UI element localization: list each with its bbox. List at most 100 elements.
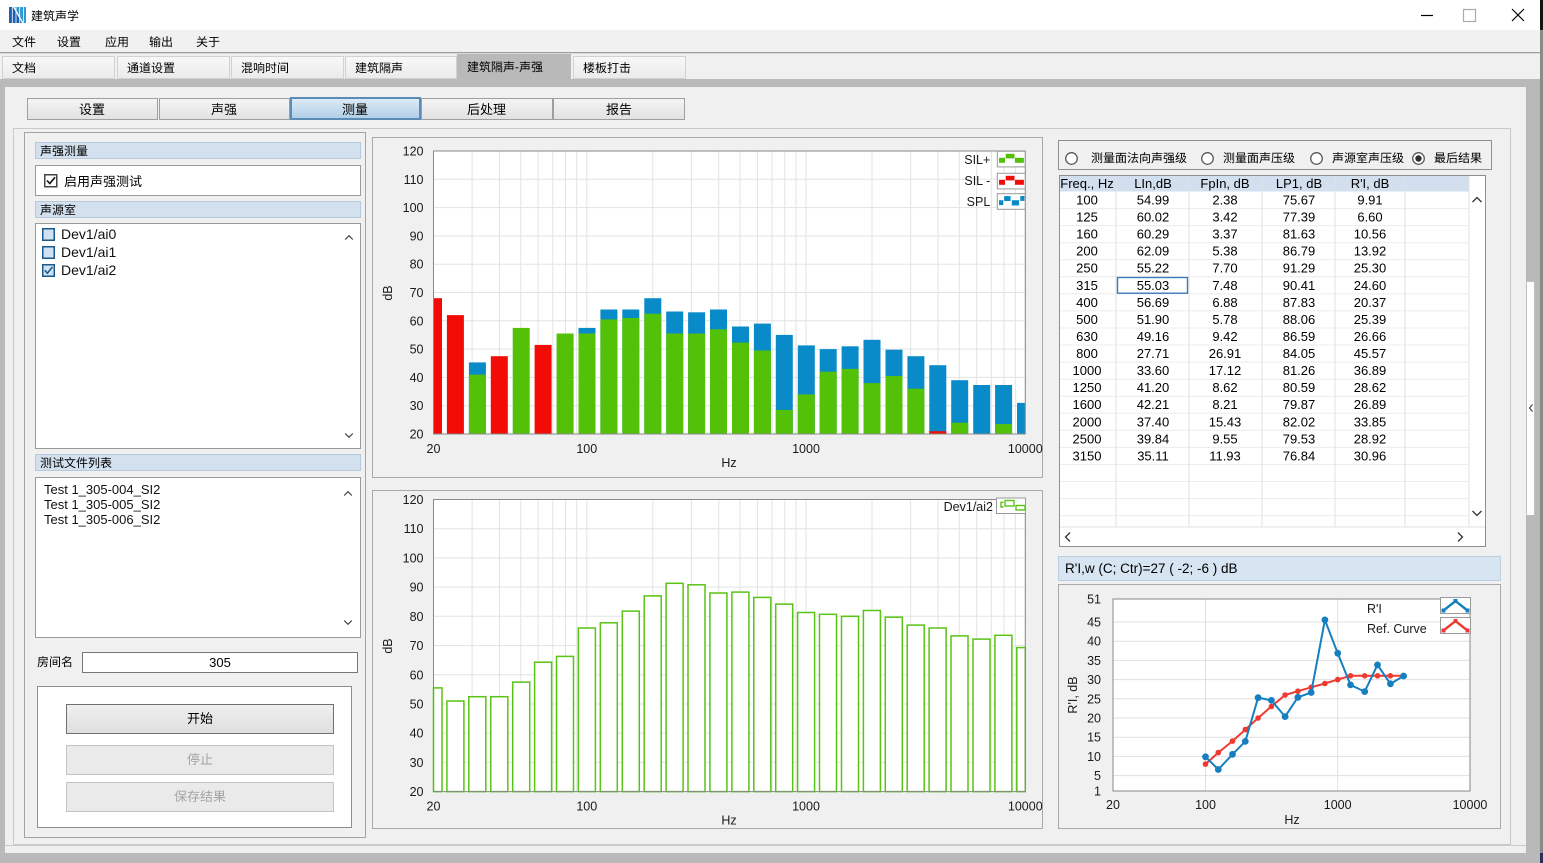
svg-text:LP1, dB: LP1, dB bbox=[1276, 176, 1322, 191]
svg-text:60: 60 bbox=[410, 668, 424, 682]
svg-text:500: 500 bbox=[1076, 312, 1098, 327]
svg-text:7.48: 7.48 bbox=[1212, 278, 1237, 293]
svg-text:17.12: 17.12 bbox=[1209, 363, 1242, 378]
svg-text:62.09: 62.09 bbox=[1137, 244, 1170, 259]
svg-text:25.39: 25.39 bbox=[1354, 312, 1387, 327]
svg-text:55.22: 55.22 bbox=[1137, 261, 1170, 276]
svg-text:315: 315 bbox=[1076, 278, 1098, 293]
svg-text:50: 50 bbox=[410, 698, 424, 712]
svg-text:25: 25 bbox=[1087, 692, 1101, 706]
svg-text:28.92: 28.92 bbox=[1354, 431, 1387, 446]
svg-text:75.67: 75.67 bbox=[1283, 193, 1316, 208]
svg-text:160: 160 bbox=[1076, 227, 1098, 242]
svg-text:51.90: 51.90 bbox=[1137, 312, 1170, 327]
svg-text:1000: 1000 bbox=[792, 800, 820, 814]
svg-text:100: 100 bbox=[403, 551, 424, 565]
svg-text:10000: 10000 bbox=[1008, 800, 1043, 814]
svg-text:11.93: 11.93 bbox=[1209, 448, 1241, 463]
svg-text:33.60: 33.60 bbox=[1137, 363, 1170, 378]
svg-text:77.39: 77.39 bbox=[1283, 210, 1316, 225]
svg-text:120: 120 bbox=[403, 493, 424, 507]
svg-text:60: 60 bbox=[410, 314, 424, 328]
svg-text:SPL: SPL bbox=[967, 195, 991, 209]
svg-text:91.29: 91.29 bbox=[1283, 261, 1316, 276]
svg-text:42.21: 42.21 bbox=[1137, 397, 1170, 412]
svg-text:8.21: 8.21 bbox=[1212, 397, 1237, 412]
svg-text:36.89: 36.89 bbox=[1354, 363, 1387, 378]
svg-text:1600: 1600 bbox=[1073, 397, 1102, 412]
svg-text:2.38: 2.38 bbox=[1212, 193, 1237, 208]
svg-text:110: 110 bbox=[404, 522, 424, 536]
svg-text:dB: dB bbox=[381, 285, 395, 300]
svg-text:40: 40 bbox=[410, 371, 424, 385]
svg-text:630: 630 bbox=[1076, 329, 1098, 344]
svg-text:Hz: Hz bbox=[1284, 813, 1299, 827]
svg-text:39.84: 39.84 bbox=[1137, 431, 1170, 446]
svg-text:125: 125 bbox=[1076, 210, 1098, 225]
svg-text:20: 20 bbox=[427, 800, 441, 814]
svg-text:24.60: 24.60 bbox=[1354, 278, 1387, 293]
svg-text:20.37: 20.37 bbox=[1354, 295, 1387, 310]
svg-text:80: 80 bbox=[410, 610, 424, 624]
svg-text:60.29: 60.29 bbox=[1137, 227, 1170, 242]
svg-text:10000: 10000 bbox=[1453, 798, 1488, 812]
svg-text:90.41: 90.41 bbox=[1283, 278, 1316, 293]
svg-text:30: 30 bbox=[410, 756, 424, 770]
svg-text:15.43: 15.43 bbox=[1209, 414, 1242, 429]
svg-text:90: 90 bbox=[410, 581, 424, 595]
svg-text:Dev1/ai2: Dev1/ai2 bbox=[944, 500, 993, 514]
svg-text:LIn,dB: LIn,dB bbox=[1134, 176, 1172, 191]
svg-text:26.91: 26.91 bbox=[1209, 346, 1242, 361]
svg-text:79.87: 79.87 bbox=[1283, 397, 1316, 412]
svg-text:6.88: 6.88 bbox=[1212, 295, 1237, 310]
svg-text:1000: 1000 bbox=[1324, 798, 1352, 812]
svg-text:120: 120 bbox=[403, 145, 424, 159]
svg-text:400: 400 bbox=[1076, 295, 1098, 310]
svg-text:35.11: 35.11 bbox=[1137, 448, 1169, 463]
svg-text:70: 70 bbox=[410, 286, 424, 300]
svg-text:3.42: 3.42 bbox=[1212, 210, 1237, 225]
svg-text:100: 100 bbox=[576, 442, 597, 456]
svg-text:80.59: 80.59 bbox=[1283, 380, 1316, 395]
svg-text:R'I, dB: R'I, dB bbox=[1351, 176, 1390, 191]
svg-text:20: 20 bbox=[1106, 798, 1120, 812]
svg-text:10.56: 10.56 bbox=[1354, 227, 1387, 242]
svg-text:8.62: 8.62 bbox=[1212, 380, 1237, 395]
svg-text:13.92: 13.92 bbox=[1354, 244, 1387, 259]
svg-text:20: 20 bbox=[410, 428, 424, 442]
svg-text:SIL+: SIL+ bbox=[964, 153, 990, 167]
svg-text:20: 20 bbox=[410, 785, 424, 799]
svg-text:80: 80 bbox=[410, 258, 424, 272]
svg-text:82.02: 82.02 bbox=[1283, 414, 1316, 429]
svg-text:51: 51 bbox=[1087, 593, 1101, 607]
svg-text:76.84: 76.84 bbox=[1283, 448, 1316, 463]
svg-text:86.79: 86.79 bbox=[1283, 244, 1316, 259]
svg-text:25.30: 25.30 bbox=[1354, 261, 1387, 276]
svg-text:45: 45 bbox=[1087, 616, 1101, 630]
svg-text:FpIn, dB: FpIn, dB bbox=[1200, 176, 1249, 191]
svg-text:110: 110 bbox=[404, 173, 424, 187]
svg-text:55.03: 55.03 bbox=[1137, 278, 1170, 293]
svg-text:2500: 2500 bbox=[1073, 431, 1102, 446]
svg-text:Freq., Hz: Freq., Hz bbox=[1060, 176, 1113, 191]
svg-text:33.85: 33.85 bbox=[1354, 414, 1387, 429]
svg-text:250: 250 bbox=[1076, 261, 1098, 276]
svg-text:86.59: 86.59 bbox=[1283, 329, 1316, 344]
svg-text:81.26: 81.26 bbox=[1283, 363, 1316, 378]
svg-text:40: 40 bbox=[410, 727, 424, 741]
svg-text:200: 200 bbox=[1076, 244, 1098, 259]
svg-text:100: 100 bbox=[1195, 798, 1216, 812]
svg-text:3150: 3150 bbox=[1073, 448, 1102, 463]
svg-text:SIL -: SIL - bbox=[964, 174, 990, 188]
svg-text:Hz: Hz bbox=[721, 814, 736, 828]
svg-text:100: 100 bbox=[403, 201, 424, 215]
svg-text:26.89: 26.89 bbox=[1354, 397, 1387, 412]
svg-text:56.69: 56.69 bbox=[1137, 295, 1170, 310]
svg-text:88.06: 88.06 bbox=[1283, 312, 1316, 327]
svg-text:81.63: 81.63 bbox=[1283, 227, 1316, 242]
svg-text:100: 100 bbox=[576, 800, 597, 814]
svg-text:1000: 1000 bbox=[792, 442, 820, 456]
svg-text:R'I, dB: R'I, dB bbox=[1066, 676, 1080, 713]
svg-text:2000: 2000 bbox=[1073, 414, 1102, 429]
svg-text:1000: 1000 bbox=[1073, 363, 1102, 378]
